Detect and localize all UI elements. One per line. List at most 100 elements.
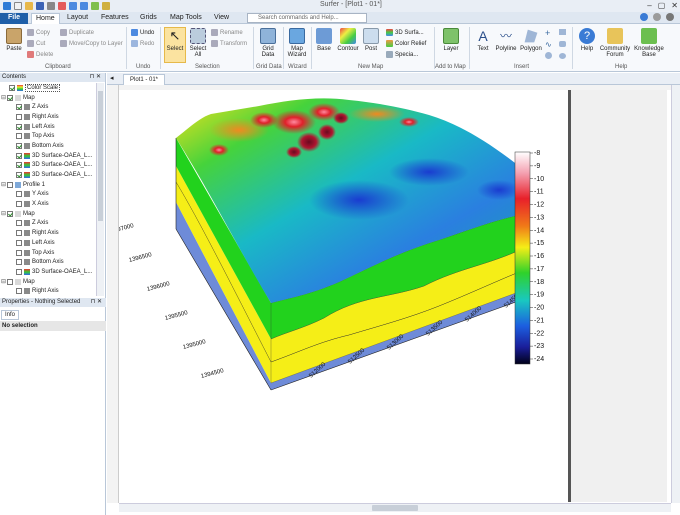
- visibility-checkbox[interactable]: [16, 220, 22, 227]
- tree-expander-icon[interactable]: ⊟: [1, 278, 6, 285]
- visibility-checkbox[interactable]: [7, 210, 13, 217]
- 3d-surface-plot[interactable]: 512000512500513000513500514000514500 139…: [119, 90, 579, 510]
- tree-item[interactable]: X Axis: [0, 199, 96, 209]
- tree-item[interactable]: 3D Surface-OAEA_L...: [0, 170, 96, 180]
- rounded-rect-icon[interactable]: [559, 41, 566, 47]
- visibility-checkbox[interactable]: [7, 94, 13, 101]
- symbol-icon[interactable]: +: [545, 28, 550, 38]
- tree-item[interactable]: Right Axis: [0, 112, 96, 122]
- options-icon[interactable]: [666, 13, 674, 21]
- visibility-checkbox[interactable]: [16, 230, 22, 237]
- tree-item[interactable]: Bottom Axis: [0, 141, 96, 151]
- tab-scroll-left-icon[interactable]: ◂: [110, 74, 114, 82]
- redo-button[interactable]: Redo: [131, 40, 154, 47]
- new-icon[interactable]: [14, 2, 22, 10]
- tree-item[interactable]: Top Axis: [0, 248, 96, 258]
- close-icon[interactable]: ✕: [671, 1, 678, 10]
- visibility-checkbox[interactable]: [16, 249, 22, 256]
- rename-button[interactable]: Rename: [211, 29, 243, 36]
- select-all-button[interactable]: Select All: [188, 28, 208, 58]
- paste-button[interactable]: Paste: [3, 28, 25, 52]
- tree-expander-icon[interactable]: ⊟: [1, 181, 6, 188]
- rectangle-icon[interactable]: [559, 29, 566, 35]
- visibility-checkbox[interactable]: [16, 104, 22, 111]
- color-relief-button[interactable]: Color Relief: [386, 40, 426, 47]
- tree-item[interactable]: ⊟ Map: [0, 93, 96, 103]
- redo-quick-icon[interactable]: [80, 2, 88, 10]
- tree-item[interactable]: Z Axis: [0, 102, 96, 112]
- tab-layout[interactable]: Layout: [63, 13, 92, 24]
- tree-item[interactable]: ⊟ Map: [0, 277, 96, 287]
- visibility-checkbox[interactable]: [16, 259, 22, 266]
- map-quick-icon[interactable]: [102, 2, 110, 10]
- document-horizontal-scrollbar[interactable]: [119, 503, 671, 512]
- delete-button[interactable]: Delete: [27, 51, 53, 58]
- contour-map-button[interactable]: Contour: [336, 28, 360, 52]
- ellipse-icon[interactable]: [559, 53, 566, 59]
- 3d-surface-button[interactable]: 3D Surfa...: [386, 29, 424, 36]
- maximize-icon[interactable]: ▢: [658, 1, 666, 10]
- tab-plot1[interactable]: Plot1 - 01*: [123, 74, 166, 85]
- tab-map-tools[interactable]: Map Tools: [166, 13, 206, 24]
- visibility-checkbox[interactable]: [7, 278, 13, 285]
- specialty-map-button[interactable]: Specia...: [386, 51, 418, 58]
- cut-button[interactable]: Cut: [27, 40, 45, 47]
- select-button[interactable]: ↖ Select: [164, 27, 186, 63]
- tree-expander-icon[interactable]: ⊟: [1, 94, 6, 101]
- move-copy-layer-button[interactable]: Move/Copy to Layer: [60, 40, 123, 47]
- pin-icon[interactable]: ⊓ ✕: [90, 73, 101, 82]
- tree-item[interactable]: Z Axis: [0, 219, 96, 229]
- open-icon[interactable]: [25, 2, 33, 10]
- undo-button[interactable]: Undo: [131, 29, 154, 36]
- map-wizard-button[interactable]: Map Wizard: [286, 28, 308, 58]
- visibility-checkbox[interactable]: [16, 133, 22, 140]
- transform-button[interactable]: Transform: [211, 40, 247, 47]
- visibility-checkbox[interactable]: [16, 191, 22, 198]
- community-forum-button[interactable]: Community Forum: [599, 28, 631, 58]
- help-button[interactable]: ? Help: [577, 28, 597, 52]
- spline-icon[interactable]: ∿: [545, 40, 552, 49]
- visibility-checkbox[interactable]: [16, 172, 22, 179]
- contents-scrollbar[interactable]: [96, 83, 104, 296]
- duplicate-button[interactable]: Duplicate: [60, 29, 94, 36]
- copy-button[interactable]: Copy: [27, 29, 50, 36]
- base-map-button[interactable]: Base: [314, 28, 334, 52]
- tree-item[interactable]: ⊟ Map: [0, 209, 96, 219]
- visibility-checkbox[interactable]: [9, 84, 15, 91]
- tree-item[interactable]: Y Axis: [0, 190, 96, 200]
- knowledge-base-button[interactable]: Knowledge Base: [632, 28, 666, 58]
- minimize-icon[interactable]: –: [647, 1, 651, 10]
- tree-item[interactable]: 3D Surface-OAEA_L...: [0, 151, 96, 161]
- visibility-checkbox[interactable]: [16, 239, 22, 246]
- grid-data-button[interactable]: Grid Data: [257, 28, 279, 58]
- add-layer-button[interactable]: Layer: [441, 28, 461, 52]
- tree-item[interactable]: Left Axis: [0, 122, 96, 132]
- tab-file[interactable]: File: [0, 13, 28, 24]
- visibility-checkbox[interactable]: [16, 268, 22, 275]
- post-map-button[interactable]: Post: [362, 28, 380, 52]
- tree-item[interactable]: Right Axis: [0, 228, 96, 238]
- print-icon[interactable]: [47, 2, 55, 10]
- visibility-checkbox[interactable]: [16, 123, 22, 130]
- visibility-checkbox[interactable]: [16, 152, 22, 159]
- tree-item[interactable]: Color Scale: [0, 83, 96, 93]
- tree-item[interactable]: ⊟ Profile 1: [0, 180, 96, 190]
- grid-quick-icon[interactable]: [91, 2, 99, 10]
- visibility-checkbox[interactable]: [16, 162, 22, 169]
- save-icon[interactable]: [36, 2, 44, 10]
- help-circle-icon[interactable]: [640, 13, 648, 21]
- visibility-checkbox[interactable]: [16, 201, 22, 208]
- document-vertical-scrollbar[interactable]: [671, 85, 680, 503]
- tree-item[interactable]: Top Axis: [0, 131, 96, 141]
- visibility-checkbox[interactable]: [7, 181, 13, 188]
- tab-grids[interactable]: Grids: [136, 13, 161, 24]
- tree-item[interactable]: Left Axis: [0, 238, 96, 248]
- tab-info[interactable]: Info: [1, 310, 19, 320]
- tree-item[interactable]: Right Axis: [0, 286, 96, 296]
- tab-features[interactable]: Features: [97, 13, 133, 24]
- insert-text-button[interactable]: A Text: [474, 28, 492, 52]
- visibility-checkbox[interactable]: [16, 113, 22, 120]
- properties-pin-icon[interactable]: ⊓ ✕: [91, 298, 102, 307]
- undo-quick-icon[interactable]: [69, 2, 77, 10]
- import-icon[interactable]: [58, 2, 66, 10]
